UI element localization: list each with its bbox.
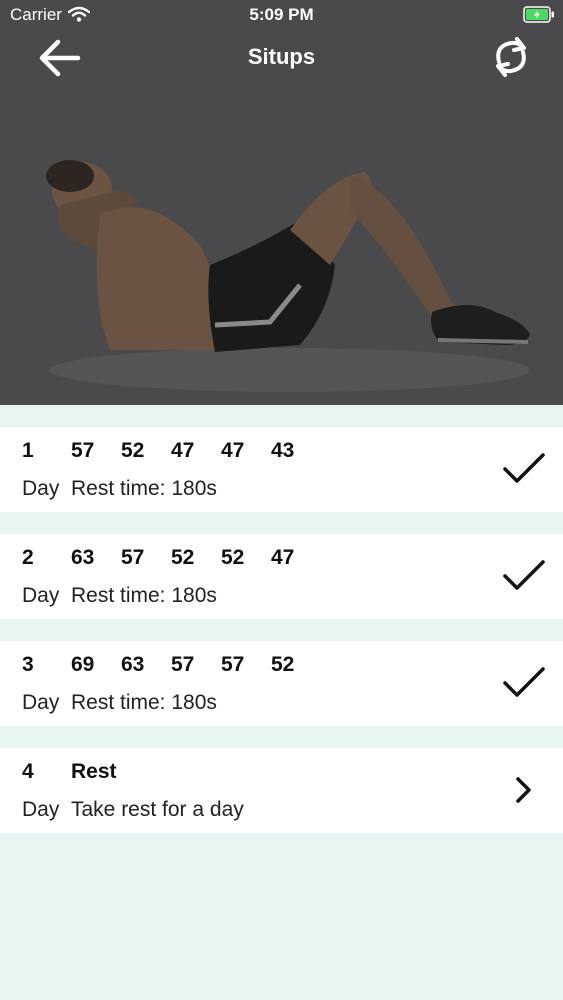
rep-count: 52 [271,653,295,676]
day-label: Day [22,584,60,607]
rep-count: 43 [271,439,295,462]
rep-count: 47 [271,546,295,569]
rep-set-list: 69 63 57 57 52 [71,653,321,677]
rep-count: 52 [171,546,195,569]
rep-count: 57 [121,546,145,569]
day-row-4[interactable]: 4 Rest Day Take rest for a day [0,748,563,833]
rep-count: 47 [221,439,245,462]
refresh-button[interactable] [491,34,531,80]
day-number: 4 [22,760,34,783]
rep-count: 52 [221,546,245,569]
rest-time-label: Rest time: 180s [71,477,217,500]
rep-count: 47 [171,439,195,462]
day-row-1[interactable]: 1 57 52 47 47 43 Day Rest time: 180s [0,427,563,512]
day-number: 1 [22,439,34,462]
refresh-icon [496,37,526,77]
day-number: 2 [22,546,34,569]
checkmark-icon [503,453,545,483]
rep-count: 52 [121,439,145,462]
rep-set-list: 63 57 52 52 47 [71,546,321,570]
rest-time-label: Rest time: 180s [71,584,217,607]
day-row-3[interactable]: 3 69 63 57 57 52 Day Rest time: 180s [0,641,563,726]
rep-count: 69 [71,653,95,676]
chevron-right-icon [516,777,531,803]
day-row-2[interactable]: 2 63 57 52 52 47 Day Rest time: 180s [0,534,563,619]
day-label: Day [22,798,60,821]
page-title: Situps [247,44,316,69]
checkmark-icon [503,560,545,590]
rest-note-label: Take rest for a day [71,798,244,821]
status-bar: Carrier 5:09 PM [0,0,563,30]
day-list: 1 57 52 47 47 43 Day Rest time: 180s 2 6… [0,427,563,855]
rep-count: 63 [71,546,95,569]
exercise-hero: Carrier 5:09 PM Situps [0,0,563,405]
rep-count: 57 [221,653,245,676]
day-number: 3 [22,653,34,676]
day-label: Day [22,477,60,500]
rep-count: 57 [171,653,195,676]
battery-icon [523,6,554,23]
rep-count: 57 [71,439,95,462]
rep-set-list: 57 52 47 47 43 [71,439,321,463]
rest-day-title: Rest [71,760,117,783]
checkmark-icon [503,667,545,697]
rep-count: 63 [121,653,145,676]
rest-time-label: Rest time: 180s [71,691,217,714]
status-time: 5:09 PM [249,5,314,24]
day-label: Day [22,691,60,714]
